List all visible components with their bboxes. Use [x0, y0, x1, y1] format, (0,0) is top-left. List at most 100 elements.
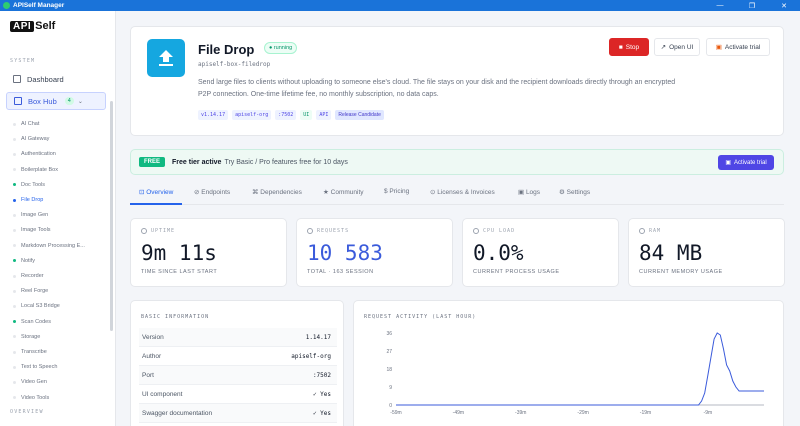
external-link-icon: ↗ [660, 44, 667, 51]
activity-icon [307, 228, 313, 234]
info-value: apiself-org [291, 352, 331, 360]
basic-info-card: BASIC INFORMATION Version 1.14.17 Author… [130, 300, 344, 426]
sidebar-subitem-label: Video Gen [21, 379, 47, 386]
y-tick-label: 36 [386, 331, 392, 337]
sidebar-subitem[interactable]: Scan Codes [13, 316, 103, 328]
sidebar-subitem[interactable]: Boilerplate Box [13, 164, 103, 176]
sidebar: API Self SYSTEM Dashboard Box Hub 4 ⌄ AI… [0, 11, 116, 426]
sidebar-subitem-label: Authentication [21, 151, 56, 158]
x-tick-label: -29m [577, 410, 588, 416]
sidebar-subitem-label: Reel Forge [21, 288, 49, 295]
activate-trial-button[interactable]: ▣ Activate trial [706, 38, 770, 56]
maximize-button[interactable]: ❐ [736, 0, 768, 11]
status-dot-icon [13, 396, 16, 400]
info-key: Swagger documentation [142, 409, 213, 417]
cpu-icon [473, 228, 479, 234]
stat-label-row: CPU LOAD [473, 228, 515, 234]
stat-sublabel: TIME SINCE LAST START [141, 269, 218, 275]
tab-dependencies[interactable]: ⌘ Dependencies [252, 188, 302, 196]
sidebar-subitem[interactable]: Recorder [13, 270, 103, 282]
sidebar-subitem[interactable]: Storage [13, 331, 103, 343]
sidebar-subitem-label: AI Gateway [21, 136, 50, 143]
sidebar-subitem[interactable]: Video Tools [13, 392, 103, 404]
sidebar-subitem-label: Scan Codes [21, 318, 51, 325]
sidebar-subitem[interactable]: Transcribe [13, 346, 103, 358]
tab-pricing[interactable]: $ Pricing [384, 188, 409, 195]
sidebar-subitem[interactable]: Doc Tools [13, 179, 103, 191]
x-tick-label: -39m [515, 410, 526, 416]
stat-card-uptime: UPTIME 9m 11s TIME SINCE LAST START [130, 218, 287, 287]
request-activity-chart: 0 9 18 27 36 -59m -49m -39m -29m -19m -9m [386, 331, 764, 416]
window-title: APISelf Manager [13, 2, 65, 9]
sidebar-subitem[interactable]: Reel Forge [13, 285, 103, 297]
status-dot-icon [13, 289, 16, 293]
close-button[interactable]: ✕ [768, 0, 800, 11]
logo: API Self [10, 19, 55, 33]
tab-community[interactable]: ★ Community [323, 188, 364, 196]
sidebar-subitem[interactable]: Notify [13, 255, 103, 267]
sidebar-subitem[interactable]: Local S3 Bridge [13, 300, 103, 312]
info-row-ui-component: UI component ✓ Yes [139, 385, 337, 404]
tab-logs[interactable]: ▣ Logs [518, 188, 540, 196]
sidebar-item-box-hub[interactable]: Box Hub 4 ⌄ [6, 92, 106, 110]
open-ui-button[interactable]: ↗ Open UI [654, 38, 700, 56]
stat-sublabel: CURRENT PROCESS USAGE [473, 269, 560, 275]
stat-label: CPU LOAD [483, 228, 516, 234]
sidebar-subitem-label: Video Tools [21, 394, 50, 401]
sidebar-subitem[interactable]: Authentication [13, 148, 103, 160]
stat-card-requests: REQUESTS 10 583 TOTAL · 163 SESSION [296, 218, 453, 287]
stop-button[interactable]: ■ Stop [609, 38, 649, 56]
x-tick-label: -9m [704, 410, 713, 416]
sidebar-subitem-label: Recorder [21, 273, 44, 279]
tab-settings[interactable]: ⚙ Settings [559, 188, 590, 196]
sidebar-subitem[interactable]: Video Gen [13, 376, 103, 388]
tag-ui: UI [300, 110, 313, 120]
stat-sublabel: TOTAL · 163 SESSION [307, 269, 374, 275]
tab-endpoints[interactable]: ⊘ Endpoints [194, 188, 230, 196]
box-description: Send large files to clients without uplo… [198, 79, 676, 98]
sidebar-subitem[interactable]: AI Gateway [13, 133, 103, 145]
upload-icon [147, 39, 185, 77]
package-id: apiself-box-filedrop [198, 61, 271, 68]
sidebar-item-dashboard[interactable]: Dashboard [6, 70, 106, 88]
status-dot-icon [13, 183, 16, 187]
tag-release: Release Candidate [335, 110, 384, 120]
page-title: File Drop [198, 42, 255, 57]
banner-activate-trial-button[interactable]: ▣ Activate trial [718, 155, 774, 170]
request-activity-card: REQUEST ACTIVITY (LAST HOUR) 0 9 18 27 36 -59… [353, 300, 784, 426]
status-dot-icon [13, 350, 16, 354]
sidebar-subitem-label: Boilerplate Box [21, 166, 58, 173]
status-dot-icon [13, 122, 16, 126]
gift-icon: ▣ [725, 160, 731, 166]
status-dot-icon [13, 213, 16, 217]
tag-api: API [316, 110, 332, 120]
status-dot-icon [13, 244, 16, 248]
free-tier-banner: FREE Free tier active Try Basic / Pro fe… [130, 149, 784, 175]
minimize-button[interactable]: — [704, 0, 736, 11]
box-count-badge: 4 [64, 97, 74, 105]
sidebar-subitem[interactable]: Text to Speech [13, 361, 103, 373]
series-line-requests [396, 332, 764, 406]
sidebar-subitem[interactable]: Image Tools [13, 224, 103, 236]
logo-api: API [10, 20, 35, 32]
logo-self: Self [35, 20, 56, 32]
tag-author: apiself-org [232, 110, 272, 120]
memory-icon [639, 228, 645, 234]
sidebar-subitem[interactable]: Image Gen [13, 209, 103, 221]
sidebar-subitem[interactable]: Markdown Processing E... [13, 240, 103, 252]
tab-licenses[interactable]: ⊙ Licenses & Invoices [430, 188, 495, 196]
info-row-swagger: Swagger documentation ✓ Yes [139, 404, 337, 423]
open-ui-label: Open UI [669, 43, 694, 51]
sidebar-subitem-label: AI Chat [21, 121, 40, 127]
tab-overview[interactable]: ⊡ Overview [139, 188, 173, 196]
sidebar-scrollbar[interactable] [110, 101, 113, 331]
status-dot-icon [13, 365, 16, 369]
box-icon [14, 97, 22, 105]
y-tick-label: 27 [386, 349, 392, 355]
y-tick-label: 9 [389, 385, 392, 391]
status-dot-icon [13, 320, 16, 324]
sidebar-subitem[interactable]: AI Chat [13, 118, 103, 130]
stat-value: 9m 11s [141, 241, 217, 265]
sidebar-subitem[interactable]: File Drop [13, 194, 103, 206]
info-value: 1.14.17 [305, 333, 331, 341]
